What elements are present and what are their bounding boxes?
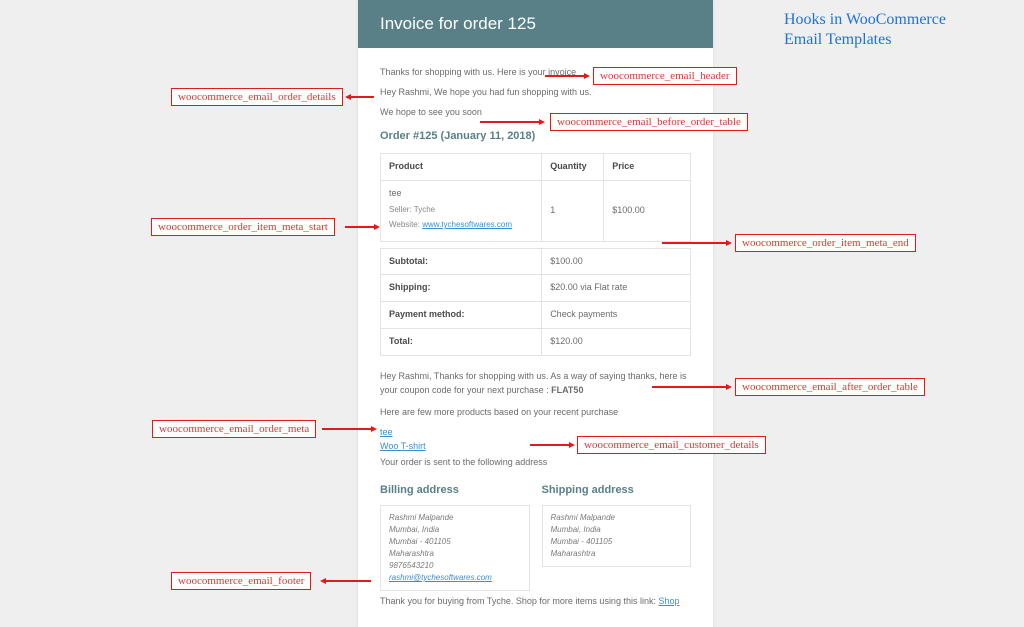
shipping-title: Shipping address xyxy=(542,482,692,499)
coupon-code: FLAT50 xyxy=(551,385,583,395)
total-value: $120.00 xyxy=(542,329,691,356)
arrow-icon xyxy=(350,96,374,98)
hook-email-header: woocommerce_email_header xyxy=(593,67,737,85)
item-price: $100.00 xyxy=(604,180,691,241)
subtotal-value: $100.00 xyxy=(542,248,691,275)
arrow-icon xyxy=(345,226,375,228)
arrow-icon xyxy=(662,242,727,244)
hook-order-meta: woocommerce_email_order_meta xyxy=(152,420,316,438)
subtotal-label: Subtotal: xyxy=(381,248,542,275)
billing-l1: Rashmi Malpande xyxy=(389,512,521,524)
order-meta-intro: Here are few more products based on your… xyxy=(380,406,691,420)
footer-text: Thank you for buying from Tyche. Shop fo… xyxy=(380,596,658,606)
item-website-link[interactable]: www.tychesoftwares.com xyxy=(422,220,512,229)
hook-item-meta-end: woocommerce_order_item_meta_end xyxy=(735,234,916,252)
item-seller: Seller: Tyche xyxy=(389,204,533,216)
table-row: tee Seller: Tyche Website: www.tychesoft… xyxy=(381,180,691,241)
hook-before-table: woocommerce_email_before_order_table xyxy=(550,113,748,131)
arrow-icon xyxy=(325,580,371,582)
page-title: Hooks in WooCommerceEmail Templates xyxy=(784,10,946,50)
shipping-l4: Maharashtra xyxy=(551,548,683,560)
item-qty: 1 xyxy=(542,180,604,241)
hook-customer-details: woocommerce_email_customer_details xyxy=(577,436,766,454)
shipping-value: $20.00 via Flat rate xyxy=(542,275,691,302)
col-product: Product xyxy=(381,153,542,180)
arrow-icon xyxy=(652,386,727,388)
after-table-text: Hey Rashmi, Thanks for shopping with us.… xyxy=(380,371,686,395)
email-body: Thanks for shopping with us. Here is you… xyxy=(358,48,713,627)
col-quantity: Quantity xyxy=(542,153,604,180)
payment-value: Check payments xyxy=(542,302,691,329)
arrow-icon xyxy=(530,444,570,446)
billing-title: Billing address xyxy=(380,482,530,499)
shipping-address: Rashmi Malpande Mumbai, India Mumbai - 4… xyxy=(542,505,692,567)
greeting-line: Hey Rashmi, We hope you had fun shopping… xyxy=(380,86,691,100)
hook-item-meta-start: woocommerce_order_item_meta_start xyxy=(151,218,335,236)
arrow-icon xyxy=(480,121,540,123)
email-header: Invoice for order 125 xyxy=(358,0,713,48)
order-items-table: Product Quantity Price tee Seller: Tyche… xyxy=(380,153,691,242)
arrow-icon xyxy=(545,75,585,77)
footer-shop-link[interactable]: Shop xyxy=(658,596,679,606)
hook-after-table: woocommerce_email_after_order_table xyxy=(735,378,925,396)
hook-order-details: woocommerce_email_order_details xyxy=(171,88,343,106)
billing-email-link[interactable]: rashmi@tychesoftwares.com xyxy=(389,573,492,582)
total-label: Total: xyxy=(381,329,542,356)
order-totals-table: Subtotal:$100.00 Shipping:$20.00 via Fla… xyxy=(380,248,691,357)
billing-l3: Mumbai - 401105 xyxy=(389,536,521,548)
payment-label: Payment method: xyxy=(381,302,542,329)
shipping-label: Shipping: xyxy=(381,275,542,302)
shipping-l3: Mumbai - 401105 xyxy=(551,536,683,548)
hook-email-footer: woocommerce_email_footer xyxy=(171,572,311,590)
billing-l5: 9876543210 xyxy=(389,560,521,572)
meta-link-tee[interactable]: tee xyxy=(380,427,393,437)
email-template: Invoice for order 125 Thanks for shoppin… xyxy=(358,0,713,627)
col-price: Price xyxy=(604,153,691,180)
item-website-label: Website: xyxy=(389,220,422,229)
shipping-l1: Rashmi Malpande xyxy=(551,512,683,524)
meta-link-woo-tshirt[interactable]: Woo T-shirt xyxy=(380,441,426,451)
billing-address: Rashmi Malpande Mumbai, India Mumbai - 4… xyxy=(380,505,530,591)
customer-details-line: Your order is sent to the following addr… xyxy=(380,456,691,470)
billing-l2: Mumbai, India xyxy=(389,524,521,536)
shipping-l2: Mumbai, India xyxy=(551,524,683,536)
billing-l4: Maharashtra xyxy=(389,548,521,560)
arrow-icon xyxy=(322,428,372,430)
item-name: tee xyxy=(389,187,533,201)
